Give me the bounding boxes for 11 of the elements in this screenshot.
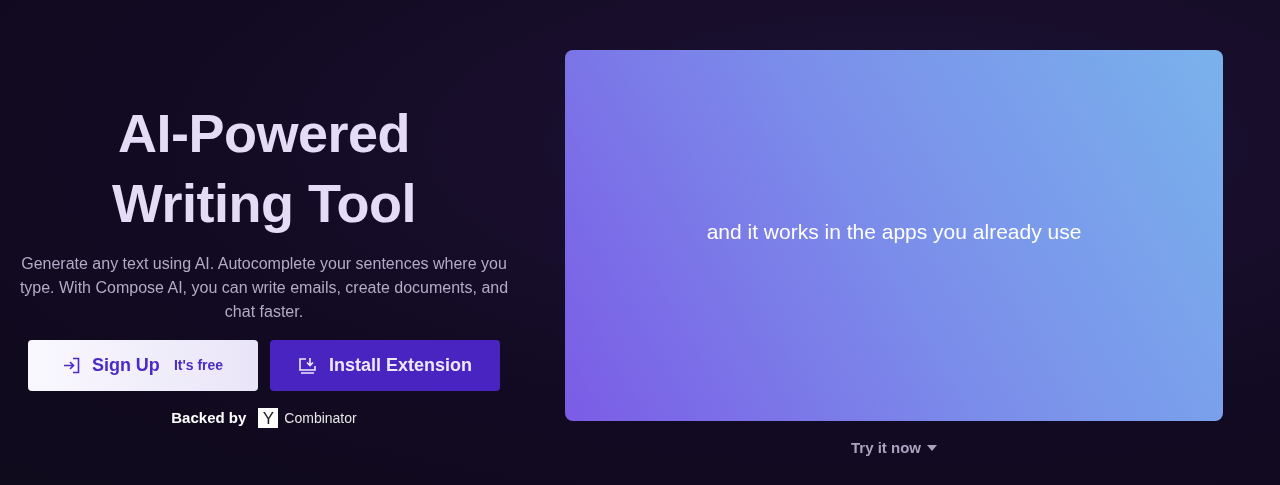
sign-up-button[interactable]: Sign Up It's free (28, 340, 258, 391)
caret-down-icon (927, 445, 937, 452)
hero-title: AI-Powered Writing Tool (112, 102, 416, 235)
video-caption: and it works in the apps you already use (706, 218, 1082, 245)
try-it-now-link[interactable]: Try it now (851, 437, 937, 460)
sign-in-icon (62, 357, 80, 374)
install-extension-button[interactable]: Install Extension (270, 340, 500, 391)
hero-description: Generate any text using AI. Autocomplete your sentences where you type. With Compose AI, you can write emails, create documents, and chat faster. (18, 254, 510, 322)
download-icon (297, 356, 317, 375)
backed-by-label: Backed by (171, 408, 247, 428)
combinator-logo: Y Combinator (258, 407, 357, 429)
